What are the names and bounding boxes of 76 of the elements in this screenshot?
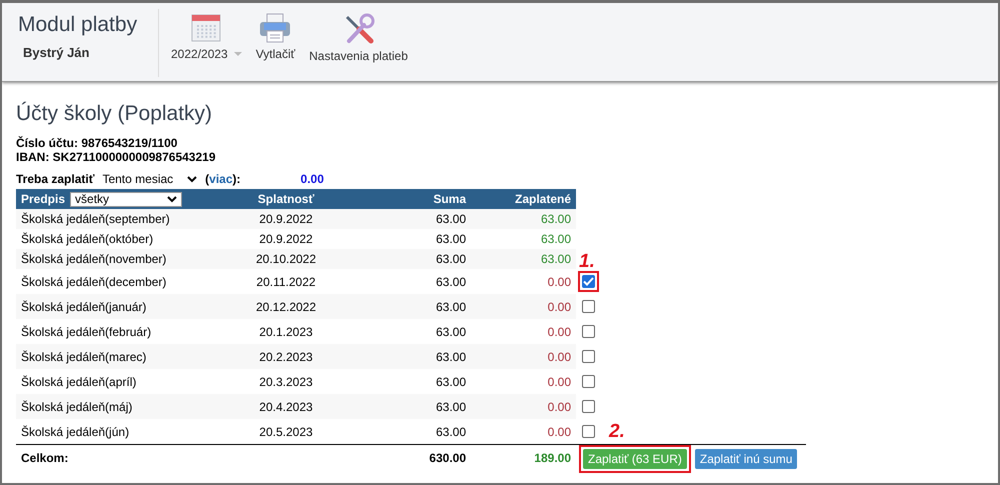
table-cell: 20.2.2023 (216, 344, 356, 369)
table-cell: 63.00 (356, 394, 471, 419)
total-amount: 630.00 (356, 444, 471, 471)
toolbar-button[interactable]: 2022/2023 (159, 3, 249, 81)
table-cell-text: 63.00 (434, 231, 467, 248)
table-cell: Školská jedáleň(január) (16, 294, 216, 319)
column-header: Suma (356, 189, 471, 209)
table-cell-text: 20.5.2023 (258, 424, 314, 440)
table-cell: Školská jedáleň(máj) (16, 394, 216, 419)
table-cell: 63.00 (356, 209, 471, 229)
table-cell: 63.00 (356, 344, 471, 369)
total-label: Celkom: (16, 444, 216, 471)
table-cell: 63.00 (471, 249, 576, 269)
due-amount: 0.00 (300, 172, 324, 186)
table-cell: Školská jedáleň(september) (16, 209, 216, 229)
row-checkbox[interactable] (582, 275, 595, 288)
column-header: Splatnosť (216, 189, 356, 209)
table-cell: 20.9.2022 (216, 209, 356, 229)
table-cell-text: 0.00 (546, 324, 572, 340)
table-cell-text: 20.3.2023 (258, 374, 314, 390)
table-cell-text: 63.00 (540, 231, 572, 248)
chevron-down-icon (167, 196, 178, 202)
table-cell: 0.00 (471, 394, 576, 419)
table-cell: 20.4.2023 (216, 394, 356, 419)
table-cell-text: 20.1.2023 (258, 324, 314, 340)
row-checkbox[interactable] (582, 425, 595, 438)
table-cell: 20.12.2022 (216, 294, 356, 319)
toolbar-button[interactable]: Nastavenia platieb (302, 3, 415, 81)
table-cell-text: Školská jedáleň(október) (20, 231, 154, 248)
row-checkbox[interactable] (582, 375, 595, 388)
column-header: Zaplatené (471, 189, 576, 209)
table-cell-text: Školská jedáleň(jún) (20, 424, 130, 440)
table-cell: 0.00 (471, 344, 576, 369)
filter-select[interactable]: všetky (70, 192, 182, 206)
table-cell: 0.00 (471, 294, 576, 319)
pay-button[interactable]: Zaplatiť inú sumu (694, 449, 798, 469)
row-checkbox[interactable] (582, 400, 595, 413)
calendar-icon (191, 13, 222, 43)
paren-text: ( (205, 172, 210, 186)
table-cell-text: 63.00 (434, 424, 467, 440)
table-cell: 63.00 (471, 209, 576, 229)
table-cell: 63.00 (356, 249, 471, 269)
user-name: Bystrý Ján (22, 45, 90, 60)
printer-icon (259, 13, 292, 43)
annotation-number: 1. (579, 253, 595, 271)
table-cell-text: 0.00 (546, 424, 572, 440)
row-checkbox[interactable] (582, 325, 595, 338)
column-label: Predpis (21, 192, 66, 206)
iban-text: IBAN: SK2711000000009876543219 (16, 150, 216, 164)
paren-text: ): (232, 172, 241, 186)
account-number: Číslo účtu: 9876543219/1100 (16, 136, 178, 150)
table-cell-text: Školská jedáleň(december) (20, 274, 168, 290)
table-cell: 63.00 (356, 294, 471, 319)
table-cell: Školská jedáleň(november) (16, 249, 216, 269)
more-link[interactable]: viac (209, 172, 233, 186)
total-paid: 189.00 (471, 444, 576, 471)
table-cell-text: 63.00 (434, 274, 467, 290)
table-cell: 20.10.2022 (216, 249, 356, 269)
annotation-number: 2. (609, 423, 625, 441)
table-cell-text: 20.9.2022 (258, 231, 314, 248)
table-cell-text: 20.11.2022 (255, 274, 317, 290)
section-title: Účty školy (Poplatky) (16, 102, 214, 126)
row-checkbox[interactable] (582, 350, 595, 363)
toolbar-button[interactable]: Vytlačiť (248, 3, 302, 81)
table-cell-text: 63.00 (434, 374, 467, 390)
table-cell: Školská jedáleň(marec) (16, 344, 216, 369)
table-cell-text: 63.00 (434, 324, 467, 340)
dropdown-caret-icon (234, 52, 242, 56)
table-cell-text: 0.00 (546, 274, 572, 290)
table-cell-text: 0.00 (546, 374, 572, 390)
table-cell-text: Školská jedáleň(apríl) (20, 374, 138, 390)
chevron-down-icon (187, 176, 198, 182)
module-title: Modul platby (18, 13, 138, 37)
table-cell-text: Školská jedáleň(február) (20, 324, 152, 340)
row-checkbox[interactable] (582, 300, 595, 313)
due-label: Treba zaplatiť (16, 172, 94, 186)
